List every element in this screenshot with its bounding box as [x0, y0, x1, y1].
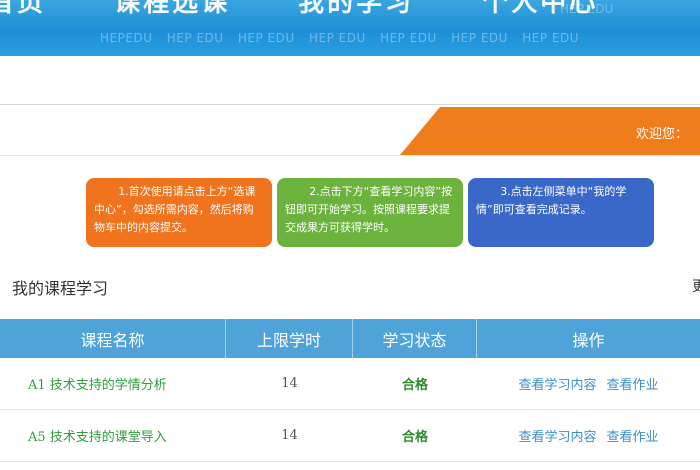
divider — [0, 104, 700, 105]
view-content-link[interactable]: 查看学习内容 — [518, 374, 596, 393]
instruction-card-1: 1.首次使用请点击上方“选课中心”，勾选所需内容，然后将购物车中的内容提交。 — [86, 178, 272, 247]
welcome-text: 欢迎您： — [635, 127, 688, 142]
study-status: 合格 — [401, 378, 428, 393]
table-row: A1 技术支持的学情分析 14 合格 查看学习内容 查看作业 — [0, 358, 700, 410]
more-link[interactable]: 更 — [692, 276, 700, 296]
watermark-text: HEP EDU — [451, 31, 508, 45]
divider — [0, 155, 700, 156]
hour-limit: 14 — [281, 376, 298, 391]
nav-item-my-learning[interactable]: 我的学习 — [298, 0, 414, 18]
top-nav: 首页 课程选课 我的学习 个人中心 — [0, 0, 654, 19]
header-hour-limit: 上限学时 — [226, 319, 353, 358]
header-course-name: 课程名称 — [0, 319, 226, 358]
instruction-card-3: 3.点击左侧菜单中“我的学情”即可查看完成记录。 — [468, 178, 654, 247]
row-actions: 查看学习内容 查看作业 — [477, 410, 700, 461]
course-table: 课程名称 上限学时 学习状态 操作 A1 技术支持的学情分析 14 合格 查看学… — [0, 319, 700, 462]
table-row: A5 技术支持的课堂导入 14 合格 查看学习内容 查看作业 — [0, 410, 700, 462]
welcome-bar: 欢迎您： — [400, 107, 700, 155]
hour-limit: 14 — [281, 428, 298, 443]
watermark-text: HEP EDU — [237, 31, 295, 45]
course-name: A1 技术支持的学情分析 — [28, 378, 167, 393]
view-homework-link[interactable]: 查看作业 — [607, 374, 659, 393]
row-actions: 查看学习内容 查看作业 — [477, 358, 700, 409]
view-content-link[interactable]: 查看学习内容 — [518, 426, 596, 445]
watermark-text: HEP EDU — [380, 31, 437, 45]
instruction-card-2: 2.点击下方“查看学习内容”按钮即可开始学习。按照课程要求提交成果方可获得学时。 — [277, 178, 463, 247]
view-homework-link[interactable]: 查看作业 — [607, 426, 659, 445]
study-status: 合格 — [401, 430, 428, 445]
header-study-status: 学习状态 — [353, 319, 477, 358]
banner-watermark: HEPEDU HEP EDU HEP EDU HEP EDU HEP EDU H… — [100, 31, 589, 45]
watermark-text: HEP EDU — [522, 31, 580, 45]
watermark-text: HEP EDU — [166, 31, 224, 45]
watermark-text: HEPEDU — [100, 31, 153, 45]
top-banner: 首页 课程选课 我的学习 个人中心 HEPEDU HEP EDU HEP EDU… — [0, 0, 700, 56]
watermark-text: HEP EDU — [308, 31, 366, 45]
course-name: A5 技术支持的课堂导入 — [28, 430, 167, 445]
section-title: 我的课程学习 — [12, 279, 109, 298]
header-actions: 操作 — [572, 330, 605, 350]
nav-item-home[interactable]: 首页 — [0, 0, 46, 18]
nav-item-course-selection[interactable]: 课程选课 — [114, 0, 230, 18]
banner-watermark-right: HEP EDU — [560, 2, 614, 16]
table-header: 课程名称 上限学时 学习状态 操作 — [0, 319, 700, 358]
